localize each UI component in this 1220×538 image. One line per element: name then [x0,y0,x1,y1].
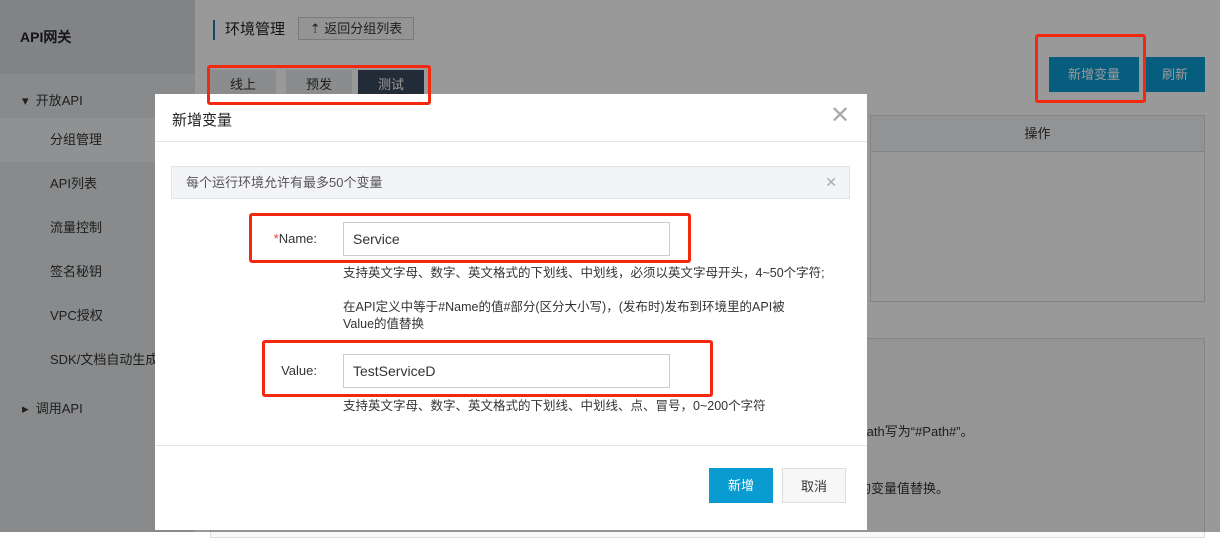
cancel-button[interactable]: 取消 [782,468,846,503]
annotation-box-value [262,340,713,397]
value-help: 支持英文字母、数字、英文格式的下划线、中划线、点、冒号，0~200个字符 [343,399,766,413]
name-help-rule: 支持英文字母、数字、英文格式的下划线、中划线，必须以英文字母开头，4~50个字符… [343,266,825,280]
divider [155,141,867,142]
add-variable-dialog: 新增变量 ✕ 每个运行环境允许有最多50个变量✕ *Name: 支持英文字母、数… [155,94,867,530]
notice-banner: 每个运行环境允许有最多50个变量 ✕ [171,166,850,199]
divider [155,445,867,446]
annotation-box-tabs [207,65,431,105]
dialog-title: 新增变量 [172,112,233,129]
close-icon[interactable]: ✕ [830,104,850,128]
annotation-box-name [249,213,691,263]
name-help-replace: 在API定义中等于#Name的值#部分(区分大小写)，(发布时)发布到环境里的A… [343,300,785,331]
dismiss-notice-icon[interactable]: ✕ [825,167,837,198]
annotation-box-add-variable [1035,34,1146,103]
submit-button[interactable]: 新增 [709,468,773,503]
